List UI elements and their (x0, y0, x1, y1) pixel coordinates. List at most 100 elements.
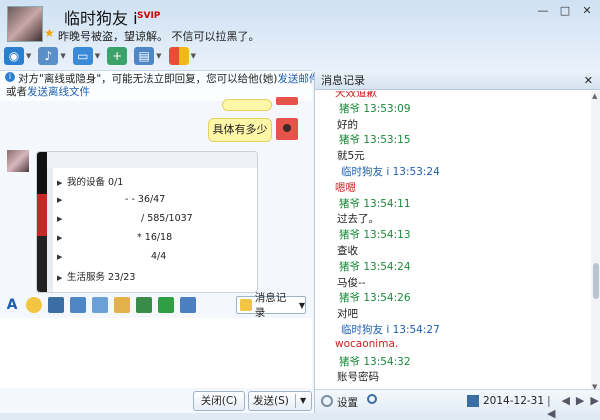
message-bubble (222, 99, 272, 111)
doodle-icon[interactable] (114, 297, 130, 313)
expand-arrow-icon: ▶ (57, 196, 63, 204)
expand-arrow-icon: ▶ (57, 253, 63, 261)
group-row: ▶ - - 36/47 (57, 194, 165, 205)
video-call-dropdown[interactable]: ▼ (26, 52, 31, 60)
music-icon[interactable] (158, 297, 174, 313)
close-window-button[interactable]: ✕ (580, 4, 594, 17)
window-controls: — □ ✕ (536, 4, 594, 17)
message-input[interactable] (0, 318, 312, 388)
history-close-button[interactable]: ✕ (584, 72, 593, 90)
transfer-file-dropdown[interactable]: ▼ (95, 52, 100, 60)
voice-call-dropdown[interactable]: ▼ (60, 52, 65, 60)
send-offline-file-link[interactable]: 发送离线文件 (27, 86, 90, 98)
screenshot-image[interactable]: ▶ 我的设备 0/1 ▶ - - 36/47 ▶ / 585/1037 ▶ * 16/1… (36, 151, 258, 293)
history-title: 消息记录 (321, 74, 365, 87)
message-text: 查收 (337, 245, 358, 257)
image-icon[interactable] (136, 297, 152, 313)
message-text: 过去了。 (337, 213, 379, 226)
message-history-label: 消息记录 (254, 292, 287, 319)
page-nav: |◀ ◀ ▶ ▶| (547, 394, 600, 420)
chat-message-area[interactable]: 具体有多少 ▶ 我的设备 0/1 ▶ - - 36/47 ▶ / 585/1037 ▶… (0, 97, 312, 293)
send-button[interactable]: 发送(S) ▼ (248, 391, 312, 411)
expand-arrow-icon: ▶ (57, 234, 63, 242)
message-sender-time: 临时狗友 i 13:54:27 (341, 324, 440, 336)
history-date[interactable]: 2014-12-31 (483, 395, 544, 407)
scroll-up-icon[interactable]: ▲ (592, 92, 597, 100)
apps-dropdown[interactable]: ▼ (191, 52, 196, 60)
remote-assist-icon[interactable]: + (107, 47, 128, 65)
group-row: ▶ 生活服务 23/23 (57, 269, 135, 283)
self-avatar (276, 97, 298, 105)
send-divider (295, 394, 296, 408)
offline-notice: i 对方"离线或隐身"，可能无法立即回复，您可以给他(她)发送邮件 或者发送离线… (0, 70, 319, 102)
maximize-button[interactable]: □ (558, 4, 572, 17)
history-panel: 消息记录 ✕ 天效道歉 猪爷 13:53:09 好的 猪爷 13:53:15 就5元 临时… (314, 72, 600, 420)
settings-label[interactable]: 设置 (337, 395, 358, 410)
contact-signature: 昨晚号被盗，望谅解。 不信可以拉黑了。 (58, 30, 260, 43)
image-strip (37, 152, 47, 292)
group-label: - - 36/47 (125, 194, 166, 205)
screen-share-icon[interactable]: ▤ (134, 47, 155, 65)
emoji-icon[interactable] (26, 297, 42, 313)
video-call-icon[interactable]: ◉ (4, 47, 24, 65)
top-toolbar: ◉ ▼ ♪ ▼ ▭ ▼ + ▤ ▼ ▼ (4, 44, 196, 68)
transfer-file-icon[interactable]: ▭ (72, 47, 93, 65)
font-icon[interactable]: A (4, 297, 20, 313)
message-text: 好的 (337, 118, 358, 131)
close-button[interactable]: 关闭(C) (193, 391, 245, 411)
star-icon: ★ (44, 26, 55, 40)
gear-icon[interactable] (321, 395, 333, 407)
message-text: wocaonima. (335, 337, 399, 350)
voice-call-icon[interactable]: ♪ (38, 47, 59, 65)
history-header: 消息记录 ✕ (315, 72, 600, 90)
image-scrollbar (47, 168, 53, 292)
minimize-button[interactable]: — (536, 4, 550, 17)
prev-page-icon[interactable]: ◀ (561, 394, 569, 420)
expand-arrow-icon: ▶ (57, 274, 63, 282)
contact-message-avatar (7, 150, 29, 172)
magic-emoji-icon[interactable] (48, 297, 64, 313)
message-text: 账号密码 (337, 371, 379, 384)
send-label: 发送(S) (253, 395, 289, 407)
scroll-thumb[interactable] (593, 263, 599, 299)
contact-name[interactable]: 临时狗友 i (64, 5, 138, 29)
apps-icon[interactable] (168, 47, 189, 65)
message-text: 就5元 (337, 150, 365, 163)
screenshot-icon[interactable] (180, 297, 196, 313)
screen-share-dropdown[interactable]: ▼ (156, 52, 161, 60)
group-row: ▶ 4/4 (57, 251, 166, 262)
svip-badge: SVIP (137, 11, 161, 21)
message-bubble: 具体有多少 (208, 118, 272, 142)
send-options-icon[interactable]: ▼ (300, 392, 306, 410)
history-dropdown-icon: ▼ (298, 300, 305, 310)
offline-notice-line1: 对方"离线或隐身"，可能无法立即回复，您可以给他(她)发送邮件 (18, 72, 319, 86)
message-sender-time: 猪爷 13:54:26 (339, 292, 411, 305)
contact-avatar[interactable] (7, 6, 43, 42)
group-row: ▶ * 16/18 (57, 232, 172, 243)
history-scrollbar[interactable]: ▲ ▼ (591, 91, 600, 393)
info-icon: i (5, 72, 15, 82)
offline-notice-text: 对方"离线或隐身"，可能无法立即回复，您可以给他(她) (18, 73, 278, 85)
calendar-icon[interactable] (467, 395, 479, 407)
input-toolbar: A (4, 294, 196, 316)
first-page-icon[interactable]: |◀ (547, 394, 555, 420)
group-row: ▶ / 585/1037 (57, 213, 193, 224)
message-history-button[interactable]: 消息记录 ▼ (236, 292, 306, 319)
last-page-icon[interactable]: ▶| (590, 394, 600, 420)
history-list[interactable]: 天效道歉 猪爷 13:53:09 好的 猪爷 13:53:15 就5元 临时狗友 i 13… (315, 91, 591, 393)
shake-icon[interactable] (70, 297, 86, 313)
message-sender-time: 猪爷 13:54:11 (339, 197, 411, 210)
history-icon (240, 299, 252, 311)
message-text: 嗯嗯 (335, 181, 356, 194)
chat-window: 临时狗友 i SVIP ★ 昨晚号被盗，望谅解。 不信可以拉黑了。 — □ ✕ … (0, 0, 600, 420)
message-sender-time: 猪爷 13:54:24 (339, 260, 411, 273)
message-sender-time: 猪爷 13:53:09 (339, 102, 411, 115)
voice-message-icon[interactable] (92, 297, 108, 313)
message-sender-time: 临时狗友 i 13:53:24 (341, 166, 440, 178)
image-header (47, 152, 257, 168)
expand-arrow-icon: ▶ (57, 179, 63, 187)
next-page-icon[interactable]: ▶ (576, 394, 584, 420)
message-text: 天效道歉 (335, 91, 377, 99)
search-icon[interactable] (367, 394, 377, 404)
offline-notice-prefix: 或者 (6, 86, 27, 98)
